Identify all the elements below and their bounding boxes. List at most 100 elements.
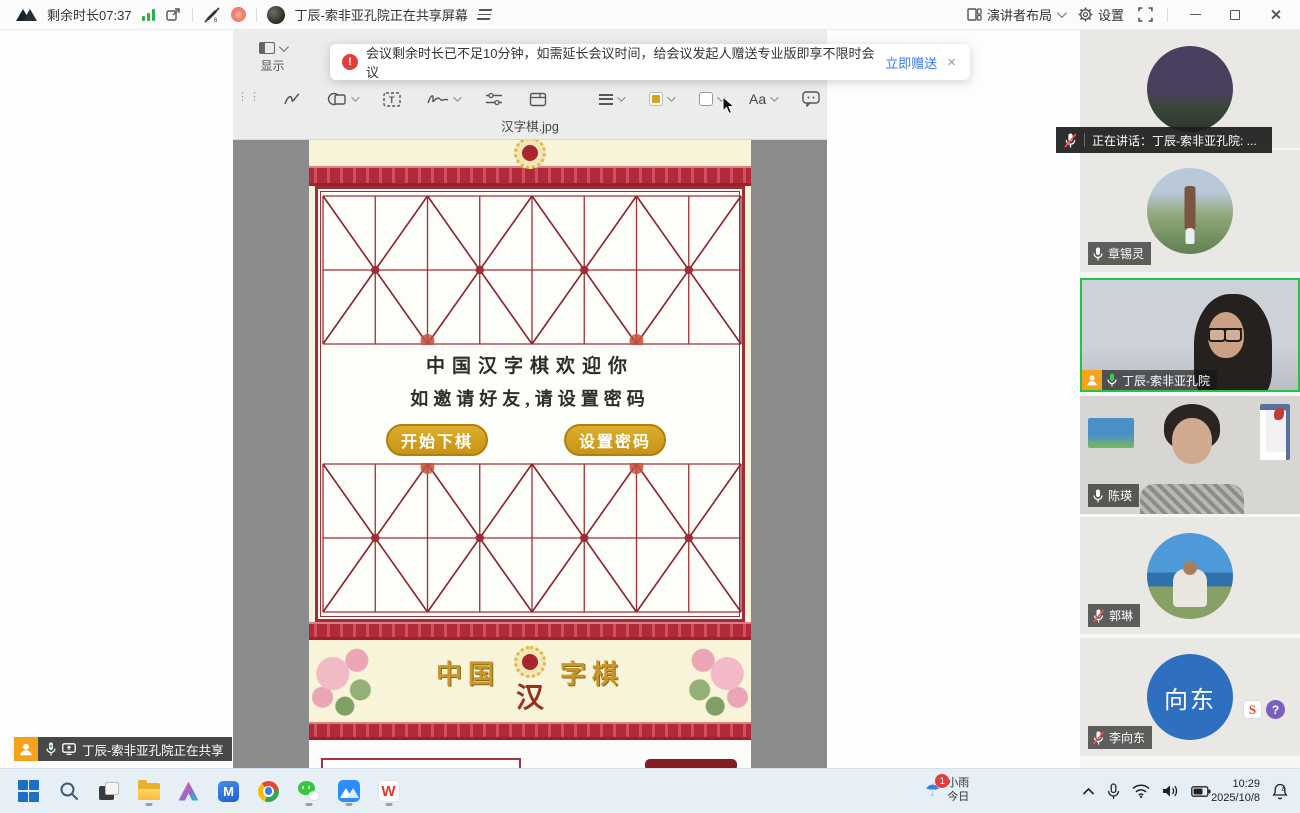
- wps-button[interactable]: W: [376, 775, 401, 807]
- sharing-status-badge: 丁辰-索非亚孔院正在共享: [14, 737, 232, 761]
- windows-taskbar: M W ☂ 1 小雨 今日 10:29 2025/10/8: [0, 768, 1300, 813]
- record-indicator-icon[interactable]: [231, 7, 246, 22]
- shape-style-icon: [599, 94, 623, 105]
- clock-date: 2025/10/8: [1211, 791, 1260, 805]
- wifi-icon[interactable]: [1132, 784, 1150, 798]
- taskbar-clock[interactable]: 10:29 2025/10/8: [1211, 769, 1260, 813]
- mic-muted-icon: [1064, 133, 1077, 148]
- weather-widget[interactable]: ☂ 1 小雨 今日: [925, 769, 969, 813]
- meeting-logo-icon: [16, 9, 37, 21]
- meeting-topbar: 剩余时长07:37 6 丁辰-索非亚孔院正在共享屏幕 演讲者布局 设置: [0, 0, 1300, 30]
- mic-on-icon: [1093, 247, 1103, 261]
- participant-tile[interactable]: 章锡灵: [1080, 150, 1300, 272]
- participant-tile[interactable]: 陈瑛: [1080, 396, 1300, 514]
- maximize-button[interactable]: [1222, 5, 1248, 25]
- task-view-button[interactable]: [96, 775, 121, 807]
- search-icon: [59, 781, 79, 801]
- design-app-button[interactable]: [176, 775, 201, 807]
- mail-icon: M: [218, 781, 239, 802]
- mic-muted-icon: [1093, 731, 1104, 745]
- bell-icon: z: [1272, 783, 1288, 800]
- remaining-time-label: 剩余时长07:37: [47, 5, 132, 24]
- welcome-line1: 中国汉字棋欢迎你: [320, 345, 740, 378]
- seal-emblem-icon: [514, 140, 546, 169]
- svg-text:T: T: [389, 95, 395, 105]
- sogou-input-icon[interactable]: S: [1243, 700, 1262, 719]
- mic-on-icon: [1093, 489, 1103, 503]
- settings-button[interactable]: 设置: [1078, 5, 1124, 24]
- preview-filename: 汉字棋.jpg: [233, 116, 827, 135]
- avatar: [1147, 46, 1233, 132]
- screen-share-icon: [62, 743, 76, 755]
- board-frame-wrap: 中国汉字棋欢迎你 如邀请好友,请设置密码 开始下棋 设置密码: [309, 186, 751, 622]
- welcome-line2: 如邀请好友,请设置密码: [320, 385, 740, 411]
- participant-tile[interactable]: 向东 李向东: [1080, 638, 1300, 756]
- tencent-meeting-button[interactable]: [336, 775, 361, 807]
- active-speaker-tile[interactable]: 丁辰-索非亚孔院: [1080, 278, 1300, 392]
- decorative-band: [309, 622, 751, 640]
- participant-name: 李向东: [1109, 729, 1145, 746]
- text-style-icon: Aa: [749, 91, 776, 107]
- minimize-button[interactable]: [1182, 5, 1208, 25]
- sharing-title: 丁辰-索非亚孔院正在共享屏幕: [295, 5, 468, 24]
- decorative-band: [309, 722, 751, 740]
- help-icon[interactable]: ?: [1266, 700, 1285, 719]
- wps-icon: W: [378, 780, 400, 802]
- tray-mic-icon[interactable]: [1107, 783, 1120, 800]
- layout-switch-button[interactable]: 演讲者布局: [967, 5, 1064, 24]
- brand-left-text: 中国: [436, 654, 500, 691]
- participant-name: 陈瑛: [1108, 487, 1132, 504]
- chrome-button[interactable]: [256, 775, 281, 807]
- signature-tool-icon: [427, 92, 459, 106]
- a-logo-icon: [179, 782, 199, 801]
- board-river: 中国汉字棋欢迎你 如邀请好友,请设置密码 开始下棋 设置密码: [320, 345, 740, 463]
- wechat-button[interactable]: [296, 775, 321, 807]
- fill-color-icon: [699, 92, 723, 106]
- partial-red-frame: [321, 758, 521, 768]
- fullscreen-icon[interactable]: [1138, 7, 1153, 22]
- share-window-icon[interactable]: [165, 6, 182, 23]
- sidebar-toggle-icon: [259, 42, 275, 54]
- brand-right-text: 字棋: [560, 654, 624, 691]
- decorative-band: [309, 166, 751, 186]
- mail-app-button[interactable]: M: [216, 775, 241, 807]
- folder-icon: [138, 783, 160, 800]
- divider: [1167, 8, 1168, 22]
- system-tray: [1082, 769, 1211, 813]
- layout-icon: [967, 8, 982, 21]
- meeting-window: 剩余时长07:37 6 丁辰-索非亚孔院正在共享屏幕 演讲者布局 设置: [0, 0, 1300, 813]
- participant-tile[interactable]: 郭琳: [1080, 517, 1300, 634]
- board-grid-top: [320, 195, 744, 345]
- file-explorer-button[interactable]: [136, 775, 161, 807]
- weather-day: 今日: [947, 791, 969, 805]
- toolbar-overflow-dots: ⋮⋮: [237, 90, 261, 103]
- divider: [256, 8, 257, 22]
- umbrella-icon: ☂ 1: [925, 781, 940, 801]
- speaking-toast-text: 正在讲话：丁辰-索非亚孔院: ...: [1092, 132, 1257, 149]
- mic-on-icon: [46, 742, 56, 756]
- chess-board: 中国汉字棋欢迎你 如邀请好友,请设置密码 开始下棋 设置密码: [315, 186, 745, 622]
- sharing-menu-icon[interactable]: [477, 9, 492, 20]
- close-button[interactable]: [1262, 5, 1288, 25]
- photo-top-band: [309, 140, 751, 166]
- network-signal-icon[interactable]: [142, 9, 155, 21]
- start-button[interactable]: [16, 775, 41, 807]
- sharing-status-text: 丁辰-索非亚孔院正在共享: [82, 740, 224, 759]
- board-grid-bottom: [320, 463, 744, 613]
- input-method-bar: S ?: [1243, 700, 1285, 719]
- notification-center-button[interactable]: z: [1272, 769, 1288, 813]
- search-button[interactable]: [56, 775, 81, 807]
- mic-muted-icon: [1093, 609, 1104, 623]
- tray-expand-icon[interactable]: [1082, 787, 1095, 796]
- svg-text:6: 6: [214, 18, 218, 24]
- battery-icon[interactable]: [1191, 786, 1211, 797]
- weather-condition: 小雨: [947, 777, 969, 791]
- banner-close-icon[interactable]: ×: [945, 54, 958, 71]
- speaker-icon[interactable]: [1162, 784, 1179, 798]
- brand-band: 中国 汉 字棋: [309, 640, 751, 722]
- gift-now-link[interactable]: 立即赠送: [885, 53, 937, 72]
- annotation-off-icon[interactable]: 6: [203, 6, 221, 24]
- clock-time: 10:29: [1211, 777, 1260, 791]
- hanzi-chess-image: 中国汉字棋欢迎你 如邀请好友,请设置密码 开始下棋 设置密码: [309, 140, 751, 768]
- text-tool-icon: T: [383, 92, 401, 107]
